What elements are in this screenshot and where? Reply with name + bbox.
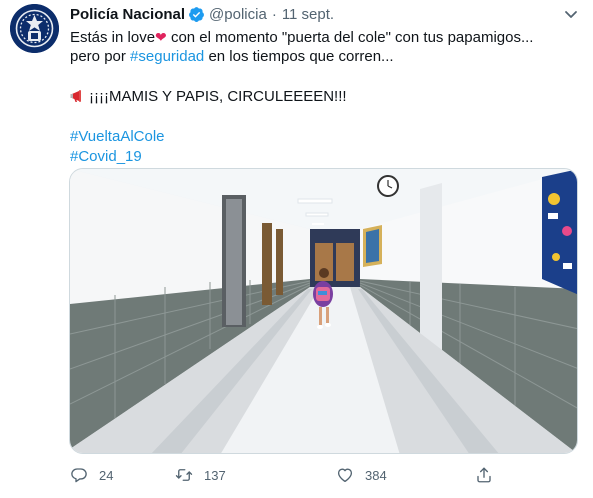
like-count: 384 — [365, 467, 387, 483]
author-name[interactable]: Policía Nacional — [70, 6, 185, 23]
megaphone-icon — [70, 89, 87, 103]
verified-badge-icon — [188, 6, 205, 23]
more-options-button[interactable] — [563, 6, 579, 22]
reply-icon — [71, 468, 87, 483]
hashtag-line: #VueltaAlCole — [70, 127, 580, 147]
reply-count: 24 — [99, 467, 114, 483]
text-segment: Estás in love — [70, 29, 156, 46]
share-icon — [477, 467, 491, 483]
avatar[interactable] — [10, 4, 59, 53]
hashtag-line: #Covid_19 — [70, 147, 580, 167]
separator-dot: · — [271, 5, 277, 23]
like-button[interactable]: 384 — [336, 461, 387, 489]
retweet-count: 137 — [204, 467, 226, 483]
text-line-4: ¡¡¡¡MAMIS Y PAPIS, CIRCULEEEEN!!! — [70, 87, 580, 107]
heart-emoji: ❤ — [155, 29, 167, 45]
text-segment: con el momento "puerta del cole" con tus… — [166, 29, 534, 46]
text-line-2: pero por #seguridad en los tiempos que c… — [70, 47, 580, 67]
tweet-photo[interactable] — [69, 168, 578, 454]
tweet-text: Estás in love❤ con el momento "puerta de… — [70, 27, 580, 167]
tweet-actions: 24 137 384 — [70, 461, 510, 489]
hashtag-vueltaalcole[interactable]: #VueltaAlCole — [70, 128, 165, 145]
reply-button[interactable]: 24 — [70, 461, 113, 489]
tweet[interactable]: Policía Nacional @policia · 11 sept. Est… — [0, 0, 593, 498]
heart-icon — [337, 468, 353, 483]
author-handle[interactable]: @policia — [209, 6, 267, 23]
text-line-1: Estás in love❤ con el momento "puerta de… — [70, 27, 580, 47]
chevron-down-icon — [565, 11, 577, 18]
school-hallway-photo — [70, 169, 577, 453]
hashtag-seguridad[interactable]: #seguridad — [130, 48, 204, 65]
police-badge-icon — [10, 4, 59, 53]
text-segment: pero por — [70, 48, 131, 65]
text-segment: en los tiempos que corren... — [204, 48, 394, 65]
tweet-header: Policía Nacional @policia · 11 sept. — [70, 4, 334, 24]
text-segment: ¡¡¡¡MAMIS Y PAPIS, CIRCULEEEEN!!! — [89, 88, 347, 105]
retweet-button[interactable]: 137 — [175, 461, 226, 489]
share-button[interactable] — [475, 461, 504, 489]
hashtag-covid19[interactable]: #Covid_19 — [70, 148, 142, 165]
tweet-date[interactable]: 11 sept. — [282, 6, 334, 23]
retweet-icon — [175, 469, 193, 481]
